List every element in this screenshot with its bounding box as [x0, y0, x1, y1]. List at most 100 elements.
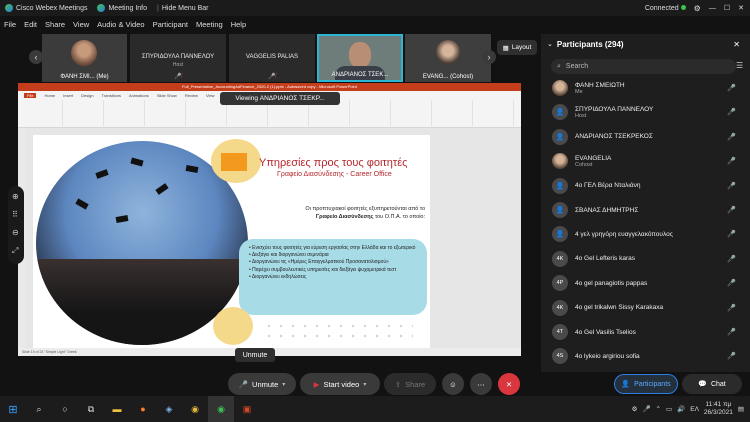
photos-icon[interactable]: ◈	[156, 396, 182, 422]
video-tile-active-speaker[interactable]: ΑΝΔΡΙΑΝΟΣ ΤΣΕΚ...	[317, 34, 403, 82]
reactions-button[interactable]: ☺	[442, 373, 464, 395]
person-icon: 👤	[552, 128, 568, 145]
participant-info: 4o Gel Vasilis Tselios	[575, 329, 636, 336]
participant-row[interactable]: 👤 4ο ΓΕΛ Βέρα Νταλιάνη 🎤	[541, 174, 750, 198]
meeting-info-tab[interactable]: Meeting Info	[92, 4, 152, 12]
slide-intro: Οι προπτυχιακοί φοιτητές εξυπηρετούνται …	[275, 205, 425, 221]
file-explorer-icon[interactable]: ▬	[104, 396, 130, 422]
participant-role: Cohost	[575, 161, 593, 168]
zoom-in-icon[interactable]: ⊕	[12, 192, 19, 201]
clock[interactable]: 11:41 πμ 26/3/2021	[704, 401, 733, 417]
tile-role: Host	[172, 62, 184, 68]
zoom-fit-icon[interactable]: ⤢	[12, 246, 18, 256]
participant-row[interactable]: 👤 4 γελ γρηγόρη ευαγγελακόπουλος 🎤	[541, 222, 750, 246]
menu-file[interactable]: File	[0, 20, 20, 29]
participant-name: EVANGELIA	[575, 154, 612, 162]
participant-row[interactable]: 👤 ΣΠΥΡΙΔΟΥΛΑ ΠΑΝΝΕΛΟΥ Host 🎤	[541, 100, 750, 124]
cap-icon	[75, 198, 89, 210]
menu-help[interactable]: Help	[227, 20, 250, 29]
people-icon: 👤	[621, 381, 631, 388]
menu-edit[interactable]: Edit	[20, 20, 41, 29]
shared-screen: Full_Presentation_AccountingAdFinance_20…	[18, 83, 521, 356]
menu-share[interactable]: Share	[41, 20, 69, 29]
more-options-button[interactable]: ⋯	[470, 373, 492, 395]
webex-icon[interactable]: ◉	[208, 396, 234, 422]
notifications-icon[interactable]: ▤	[738, 405, 744, 413]
participant-row[interactable]: EVANGELIA Cohost 🎤	[541, 149, 750, 173]
unmute-tooltip: Unmute	[235, 348, 275, 362]
participant-row[interactable]: 4K 4o gel trikalwn Sissy Karakaxa 🎤	[541, 296, 750, 320]
participant-row[interactable]: 👤 ΣΒΑΝΑΣ ΔΗΜΗΤΡΗΣ 🎤	[541, 198, 750, 222]
collapse-chevron-icon[interactable]: ⌄	[547, 40, 553, 48]
network-icon[interactable]: ▭	[666, 405, 672, 413]
mic-muted-icon: 🎤	[238, 379, 249, 389]
layout-button[interactable]: ▦ Layout	[497, 40, 537, 55]
mic-muted-icon: 🎤	[727, 133, 736, 141]
zoom-out-icon[interactable]: ⊖	[12, 228, 19, 237]
participant-row[interactable]: 4S 4o lykeio argiriou sofia 🎤	[541, 344, 750, 368]
unmute-button[interactable]: 🎤 Unmute ▾	[228, 373, 296, 395]
search-icon[interactable]: ⌕	[26, 396, 52, 422]
hide-menu-bar-button[interactable]: | Hide Menu Bar	[152, 5, 214, 12]
participant-row[interactable]: 4P 4o gel panagiotis pappas 🎤	[541, 271, 750, 295]
start-icon[interactable]: ⊞	[0, 396, 26, 422]
menu-meeting[interactable]: Meeting	[192, 20, 227, 29]
participant-name: ΑΝΔΡΙΑΝΟΣ ΤΣΕΚΡΕΚΟΣ	[575, 133, 653, 141]
ppt-tab: Design	[81, 92, 94, 98]
layout-label: Layout	[511, 44, 532, 51]
task-view-icon[interactable]: ⧉	[78, 396, 104, 422]
tile-name: VAGGELIS PALIAS	[245, 54, 299, 60]
drag-handle-icon[interactable]: ⠿	[12, 210, 18, 219]
participant-name: 4o lykeio argiriou sofia	[575, 352, 640, 360]
participant-row[interactable]: 👤 ΑΝΔΡΙΑΝΟΣ ΤΣΕΚΡΕΚΟΣ 🎤	[541, 125, 750, 149]
chrome-icon[interactable]: ◉	[182, 396, 208, 422]
chevron-down-icon[interactable]: ▾	[363, 381, 366, 388]
sort-list-icon[interactable]: ☰	[736, 61, 743, 70]
powerpoint-icon[interactable]: ▣	[234, 396, 260, 422]
video-off-icon: ▶	[313, 379, 320, 389]
video-tile-vaggelis[interactable]: VAGGELIS PALIAS 🎤̸	[229, 34, 315, 82]
close-panel-icon[interactable]: ✕	[733, 40, 750, 49]
bullet-item: • Διοργανώνει τις «Ημέρες Επαγγελματικού…	[249, 259, 389, 266]
tray-arrow-icon[interactable]: ⌃	[656, 405, 661, 413]
share-button[interactable]: ⇪ Share	[384, 373, 436, 395]
tray-icon[interactable]: ⚙	[632, 405, 638, 413]
cortana-icon[interactable]: ○	[52, 396, 78, 422]
strip-next-icon[interactable]: ›	[482, 50, 496, 64]
chat-button[interactable]: 💬 Chat	[682, 374, 742, 394]
participant-info: 4o lykeio argiriou sofia	[575, 353, 640, 360]
settings-icon[interactable]: ⚙	[694, 4, 701, 13]
tile-name: ΣΠΥΡΙΔΟΥΛΑ ΠΑΝΝΕΛΟΥ	[141, 54, 215, 60]
windows-taskbar: ⊞ ⌕ ○ ⧉ ▬ ● ◈ ◉ ◉ ▣ ⚙ 🎤 ⌃ ▭ 🔊 ΕΛ 11:41 π…	[0, 396, 750, 422]
search-input[interactable]: ⌕ Search	[551, 59, 736, 74]
mic-icon[interactable]: 🎤	[642, 405, 650, 413]
volume-icon[interactable]: 🔊	[677, 405, 685, 413]
video-tile-me[interactable]: ΦΑΝΗ ΣΜΙ... (Me)	[42, 34, 127, 82]
leave-meeting-button[interactable]: ✕	[498, 373, 520, 395]
menu-audio-video[interactable]: Audio & Video	[93, 20, 148, 29]
maximize-icon[interactable]: ☐	[724, 4, 730, 12]
close-icon[interactable]: ✕	[738, 4, 744, 12]
participant-name: 4o gel trikalwn Sissy Karakaxa	[575, 304, 664, 312]
participant-row[interactable]: 4T 4o Gel Vasilis Tselios 🎤	[541, 320, 750, 344]
start-video-button[interactable]: ▶ Start video ▾	[300, 373, 380, 395]
participant-row[interactable]: 4K 4o Gel Lefteris karas 🎤	[541, 247, 750, 271]
menu-participant[interactable]: Participant	[149, 20, 192, 29]
menu-view[interactable]: View	[69, 20, 93, 29]
ppt-ribbon: Full_Presentation_AccountingAdFinance_20…	[18, 83, 521, 128]
ppt-tab: View	[205, 92, 215, 98]
firefox-icon[interactable]: ●	[130, 396, 156, 422]
bullet-text: Διοργανώνει τις «Ημέρες Επαγγελματικού Π…	[251, 259, 389, 266]
avatar	[436, 40, 460, 64]
video-tile-cohost[interactable]: EVANG... (Cohost)	[405, 34, 491, 82]
chat-icon: 💬	[698, 381, 707, 388]
ppt-slide: Υπηρεσίες προς τους φοιτητές Γραφείο Δια…	[33, 135, 430, 351]
minimize-icon[interactable]: —	[709, 5, 716, 12]
initials-avatar: 4T	[552, 324, 568, 340]
language-indicator[interactable]: ΕΛ	[690, 406, 699, 413]
chevron-down-icon[interactable]: ▾	[282, 381, 285, 388]
video-tile-host[interactable]: ΣΠΥΡΙΔΟΥΛΑ ΠΑΝΝΕΛΟΥ Host 🎤̸	[130, 34, 226, 82]
participants-panel: ⌄ Participants (294) ✕ ⌕ Search ☰ ΦΑΝΗ Σ…	[541, 34, 750, 372]
participant-row[interactable]: ΦΑΝΗ ΣΜΕΙΩΤΗ Me 🎤	[541, 76, 750, 100]
participants-button[interactable]: 👤 Participants	[614, 374, 678, 394]
